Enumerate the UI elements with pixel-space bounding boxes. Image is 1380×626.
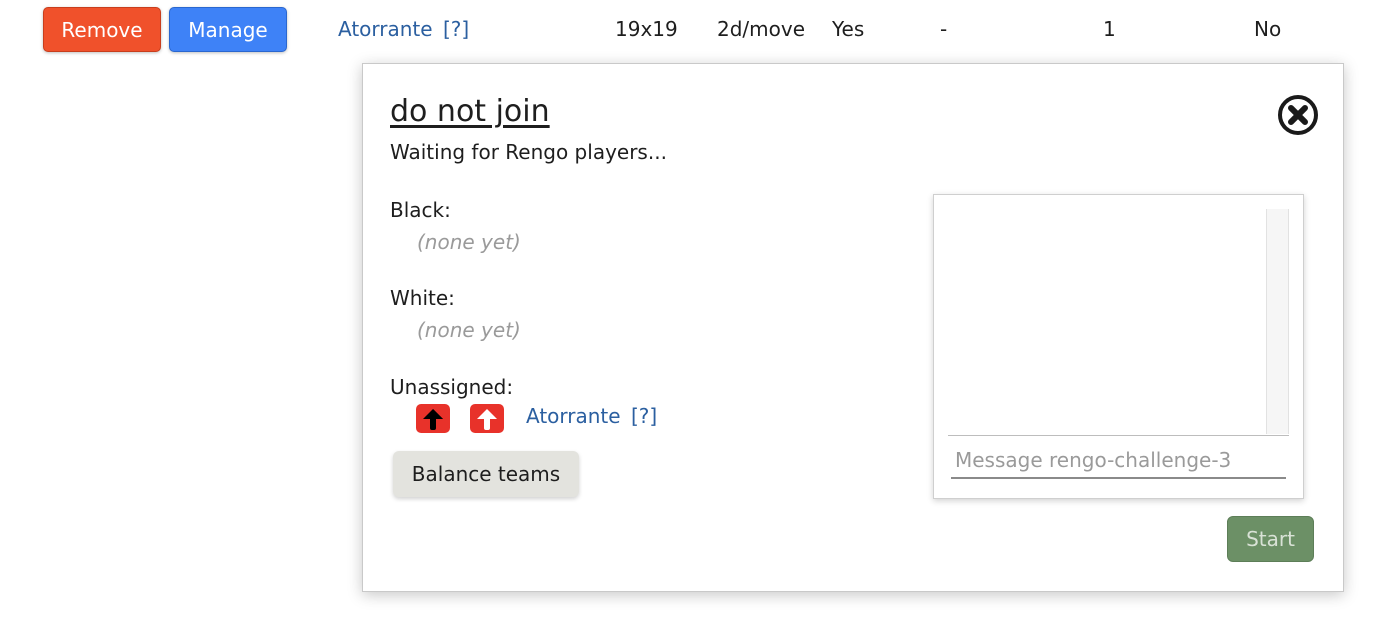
- ranked: Yes: [832, 17, 865, 41]
- challenge-player: Atorrante [?]: [338, 17, 469, 41]
- player-link[interactable]: Atorrante: [526, 404, 621, 428]
- player-link[interactable]: Atorrante: [338, 17, 433, 41]
- black-team-empty: (none yet): [417, 230, 521, 254]
- assign-white-arrow-icon[interactable]: [470, 404, 504, 433]
- chat-log: [948, 209, 1289, 436]
- player-info-link[interactable]: [?]: [631, 404, 657, 428]
- modal-status: Waiting for Rengo players...: [390, 140, 667, 164]
- balance-teams-button[interactable]: Balance teams: [393, 451, 579, 497]
- chat-input[interactable]: [951, 443, 1286, 479]
- remove-button[interactable]: Remove: [43, 7, 161, 52]
- player-info-link[interactable]: [?]: [443, 17, 469, 41]
- white-team-empty: (none yet): [417, 318, 521, 342]
- unassigned-label: Unassigned:: [390, 375, 514, 399]
- chat-panel: [933, 194, 1304, 499]
- black-team-label: Black:: [390, 198, 451, 222]
- manage-button[interactable]: Manage: [169, 7, 287, 52]
- assign-black-arrow-icon[interactable]: [416, 404, 450, 433]
- modal-title: do not join: [390, 94, 550, 129]
- rengo-count: 1: [1103, 17, 1116, 41]
- start-button[interactable]: Start: [1227, 516, 1314, 562]
- handicap: -: [940, 17, 948, 41]
- rengo-modal: do not join Waiting for Rengo players...…: [362, 63, 1344, 592]
- white-team-label: White:: [390, 286, 455, 310]
- close-icon[interactable]: [1277, 94, 1319, 136]
- chat-scrollbar[interactable]: [1266, 209, 1289, 434]
- time-control: 2d/move: [717, 17, 806, 41]
- board-size: 19x19: [615, 17, 678, 41]
- unassigned-player: Atorrante [?]: [526, 404, 657, 428]
- last-column-value: No: [1254, 17, 1282, 41]
